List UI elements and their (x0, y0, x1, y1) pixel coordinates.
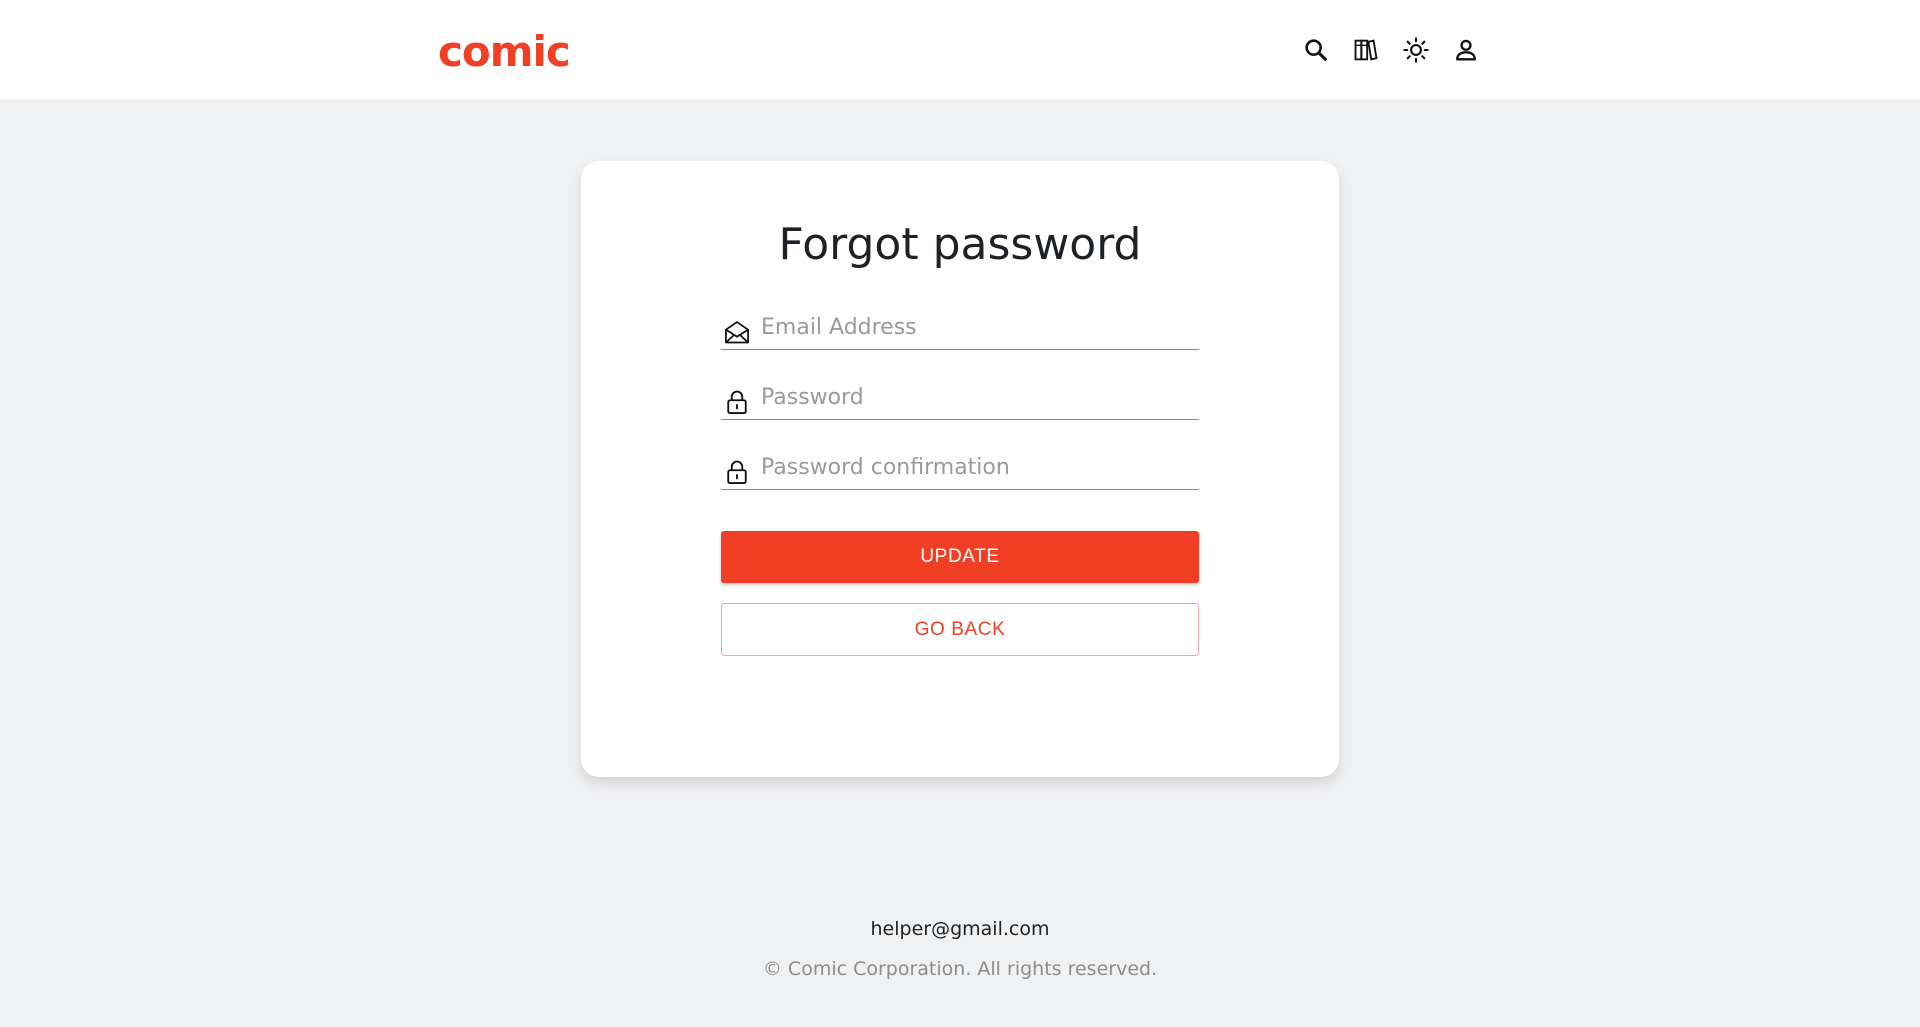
lock-icon (723, 458, 751, 486)
lock-icon (723, 388, 751, 416)
password-input[interactable] (761, 378, 1197, 416)
sun-icon[interactable] (1402, 36, 1430, 64)
footer-email: helper@gmail.com (870, 918, 1050, 940)
user-icon[interactable] (1452, 36, 1480, 64)
go-back-button[interactable]: GO BACK (721, 603, 1199, 656)
page-title: Forgot password (778, 219, 1142, 270)
email-field (721, 308, 1199, 350)
books-icon[interactable] (1352, 36, 1380, 64)
password-confirmation-field (721, 448, 1199, 490)
email-input[interactable] (761, 308, 1197, 346)
search-icon[interactable] (1302, 36, 1330, 64)
comic-logo[interactable]: comic (438, 26, 571, 78)
footer-copyright: © Comic Corporation. All rights reserved… (762, 958, 1158, 980)
envelope-icon (723, 318, 751, 346)
top-navbar: comic (0, 0, 1920, 99)
update-button[interactable]: UPDATE (721, 531, 1199, 583)
password-confirmation-input[interactable] (761, 448, 1197, 486)
password-field (721, 378, 1199, 420)
nav-icons (1302, 36, 1480, 64)
